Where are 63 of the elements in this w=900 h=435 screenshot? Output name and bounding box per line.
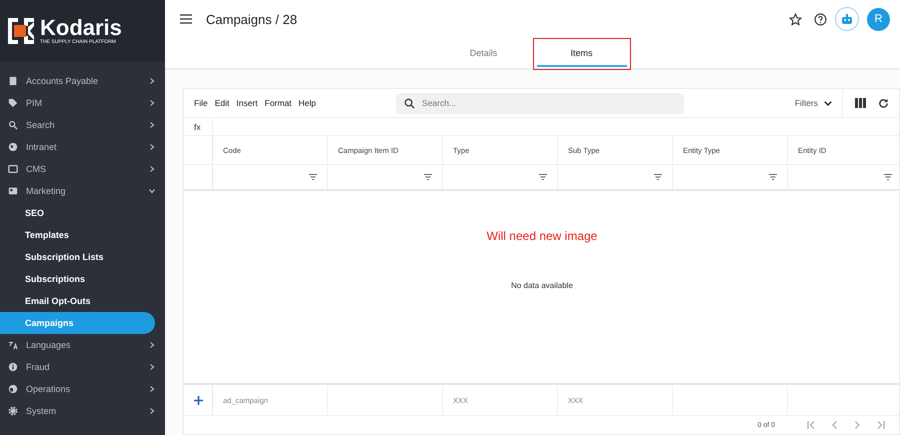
menu-icon[interactable]	[180, 14, 192, 24]
translate-icon	[8, 340, 18, 350]
menu-item[interactable]: File	[194, 98, 208, 108]
menu-item[interactable]: Edit	[214, 98, 230, 108]
logo-wordmark: Kodaris	[40, 17, 122, 39]
add-icon[interactable]	[194, 396, 202, 404]
sidebar-item[interactable]: Languages	[0, 334, 165, 356]
empty-message: No data available	[511, 281, 573, 290]
chevron-icon	[149, 386, 155, 392]
sidebar-subitem[interactable]: Subscription Lists	[0, 246, 155, 268]
chevron-icon	[149, 78, 155, 84]
filters-dropdown[interactable]: Filters	[784, 98, 842, 108]
tab[interactable]: Details	[438, 41, 528, 67]
sidebar-item[interactable]: System	[0, 400, 165, 422]
tab[interactable]: Items	[536, 41, 626, 67]
chevron-icon	[149, 188, 155, 194]
chevron-icon	[149, 364, 155, 370]
filter-icon[interactable]	[884, 174, 892, 180]
robot-icon	[841, 14, 853, 24]
page-title: Campaigns / 28	[206, 12, 298, 26]
sidebar-item[interactable]: Accounts Payable	[0, 70, 165, 92]
filter-icon[interactable]	[654, 174, 662, 180]
menu-item[interactable]: Format	[264, 98, 292, 108]
sidebar-item[interactable]: Operations	[0, 378, 165, 400]
search-icon	[404, 98, 416, 108]
card-icon	[8, 186, 18, 196]
sidebar-subitem[interactable]: SEO	[0, 202, 155, 224]
gear-icon	[8, 406, 18, 416]
star-icon[interactable]	[789, 12, 802, 26]
sidebar-subitem[interactable]: Email Opt-Outs	[0, 290, 155, 312]
sidebar-subitem[interactable]: Templates	[0, 224, 155, 246]
filter-icon[interactable]	[309, 174, 317, 180]
menu-item[interactable]: Help	[298, 98, 316, 108]
filter-icon[interactable]	[769, 174, 777, 180]
chevron-icon	[149, 408, 155, 414]
monitor-icon	[8, 164, 18, 174]
chevron-icon	[149, 122, 155, 128]
assistant-button[interactable]	[835, 7, 859, 31]
menu-item[interactable]: Insert	[236, 98, 258, 108]
formula-label: fx	[193, 120, 202, 134]
refresh-icon[interactable]	[878, 98, 889, 108]
logo-icon	[8, 18, 34, 44]
sidebar-subitem[interactable]: Subscriptions	[0, 268, 155, 290]
sidebar-item[interactable]: CMS	[0, 158, 165, 180]
filter-icon[interactable]	[539, 174, 547, 180]
help-icon[interactable]	[814, 12, 827, 26]
columns-icon[interactable]	[855, 98, 866, 108]
chevron-icon	[149, 166, 155, 172]
caret-icon	[824, 100, 832, 106]
info-icon	[8, 362, 18, 372]
sidebar-item[interactable]: Marketing	[0, 180, 165, 202]
chevron-icon	[149, 100, 155, 106]
sidebar-item[interactable]: Intranet	[0, 136, 165, 158]
sidebar-item[interactable]: Fraud	[0, 356, 165, 378]
search-field[interactable]: Search...	[396, 92, 684, 114]
filter-icon[interactable]	[424, 174, 432, 180]
tag-icon	[8, 98, 18, 108]
sidebar-item[interactable]: Search	[0, 114, 165, 136]
chevron-icon	[149, 342, 155, 348]
search-icon	[8, 120, 18, 130]
sidebar-item[interactable]: PIM	[0, 92, 165, 114]
annotation-note: Will need new image	[486, 229, 598, 243]
chevron-icon	[149, 144, 155, 150]
